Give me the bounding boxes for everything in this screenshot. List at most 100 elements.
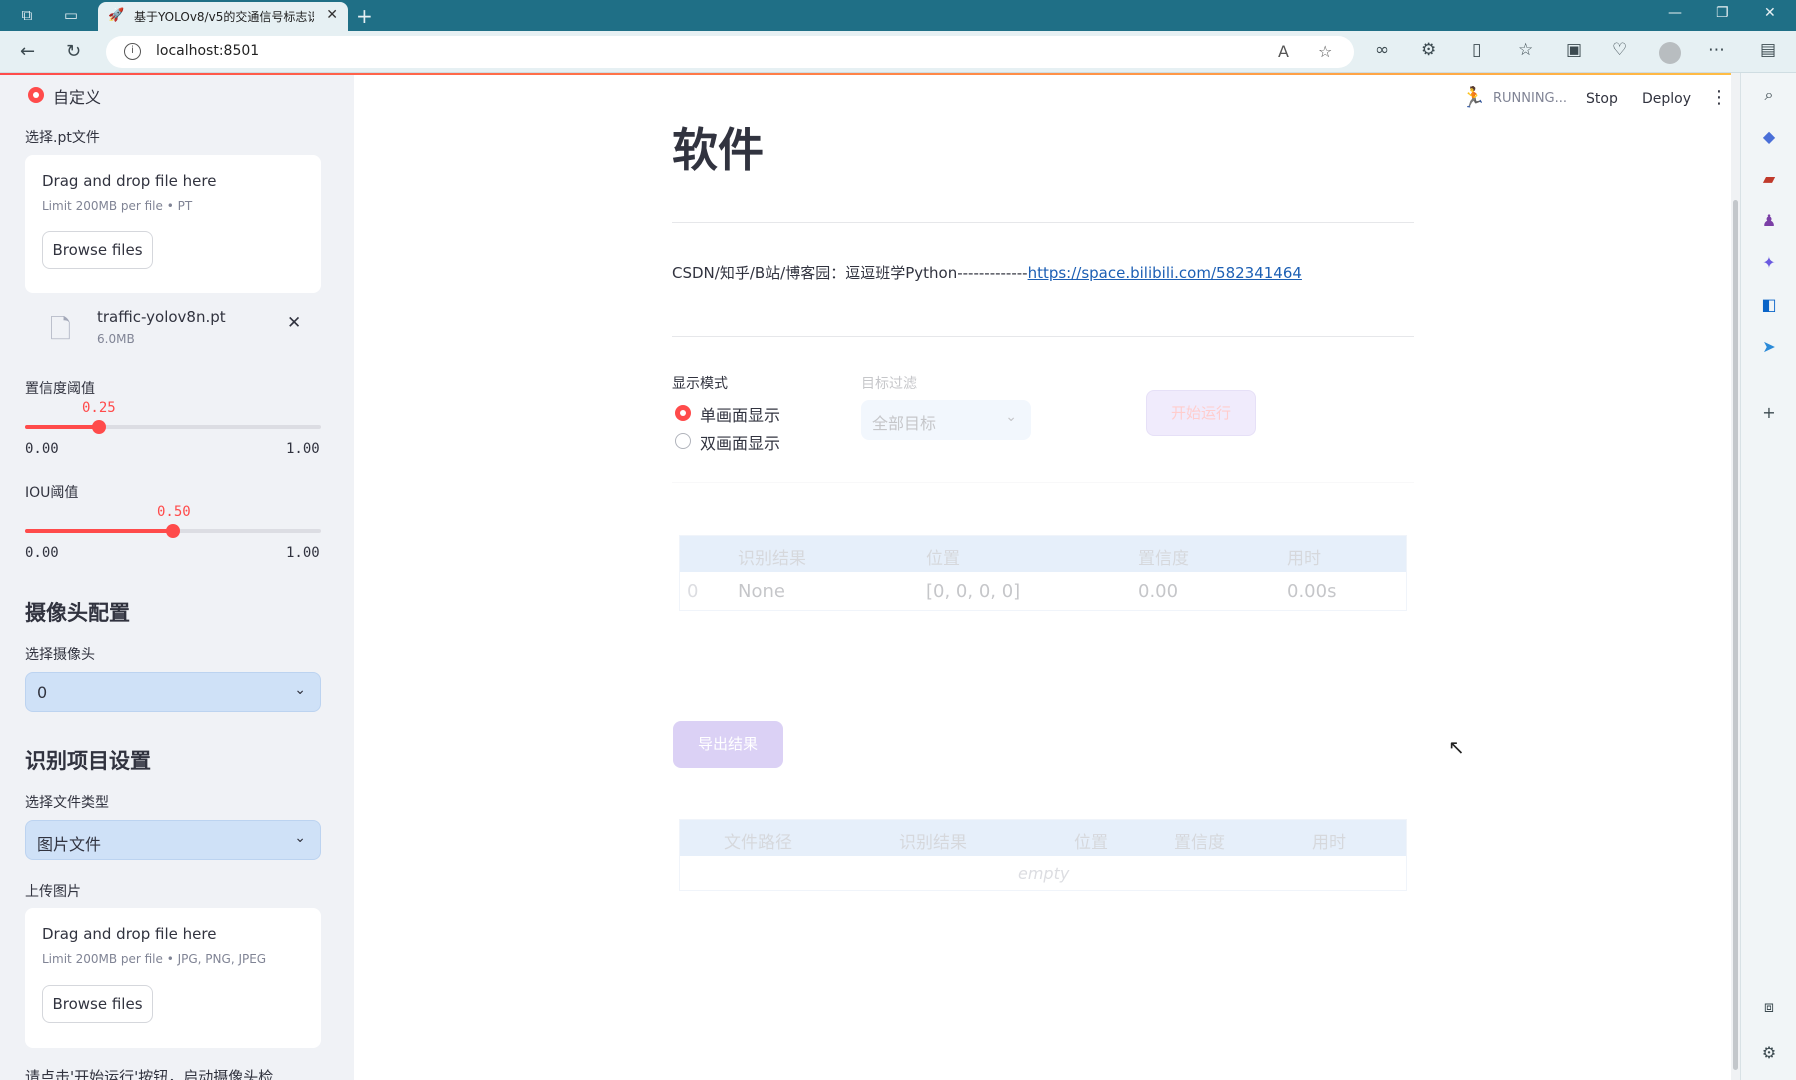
uploaded-file-size: 6.0MB <box>97 332 135 346</box>
result-col-confidence: 置信度 <box>1138 549 1189 569</box>
games-icon[interactable]: ♟ <box>1759 211 1779 231</box>
close-window-icon[interactable]: ✕ <box>1764 5 1776 21</box>
browser-tab[interactable]: 🚀 基于YOLOv8/v5的交通信号标志识 ✕ <box>98 2 348 31</box>
conf-slider-max: 1.00 <box>286 441 320 457</box>
settings-gear-icon[interactable]: ⚙ <box>1759 1043 1779 1063</box>
screenshot-icon[interactable]: ⧈ <box>1759 997 1779 1017</box>
add-icon[interactable]: + <box>1759 403 1779 423</box>
row-position: [0, 0, 0, 0] <box>926 581 1021 602</box>
workspaces-icon[interactable]: ⧉ <box>18 6 36 24</box>
browser-titlebar: ⧉ ▭ 🚀 基于YOLOv8/v5的交通信号标志识 ✕ + — ❐ ✕ <box>0 0 1796 31</box>
running-status: RUNNING... <box>1493 91 1568 106</box>
iou-slider-thumb[interactable] <box>166 524 180 538</box>
log-col-confidence: 置信度 <box>1174 833 1225 853</box>
outlook-icon[interactable]: ◧ <box>1759 295 1779 315</box>
browse-files-button[interactable]: Browse files <box>42 985 153 1023</box>
row-confidence: 0.00 <box>1138 581 1179 602</box>
row-index: 0 <box>687 581 699 602</box>
bilibili-link[interactable]: https://space.bilibili.com/582341464 <box>1028 264 1302 282</box>
display-mode-single-label: 单画面显示 <box>700 406 781 425</box>
camera-select[interactable]: 0 ⌄ <box>25 672 321 712</box>
copilot-icon[interactable]: ✦ <box>1759 253 1779 273</box>
page-title: 软件 <box>672 123 764 177</box>
divider <box>672 482 1414 483</box>
conf-slider-thumb[interactable] <box>92 420 106 434</box>
run-button[interactable]: 开始运行 <box>1146 390 1256 436</box>
restore-icon[interactable]: ❐ <box>1716 5 1729 21</box>
iou-slider-label: IOU阈值 <box>25 485 79 501</box>
dropzone-title: Drag and drop file here <box>42 925 217 943</box>
read-aloud-icon[interactable]: A <box>1278 42 1289 61</box>
model-radio-custom[interactable] <box>28 87 44 103</box>
iou-slider-min: 0.00 <box>25 545 59 561</box>
chevron-down-icon: ⌄ <box>1005 409 1017 425</box>
stop-button[interactable]: Stop <box>1586 91 1618 107</box>
back-icon[interactable]: ← <box>20 41 35 62</box>
chevron-down-icon: ⌄ <box>294 830 306 846</box>
profile-avatar[interactable] <box>1659 42 1681 64</box>
new-tab-icon[interactable]: + <box>356 4 373 28</box>
favorites-icon[interactable]: ☆ <box>1518 40 1533 60</box>
chevron-down-icon: ⌄ <box>294 682 306 698</box>
display-mode-dual-label: 双画面显示 <box>700 434 781 453</box>
favorite-star-icon[interactable]: ☆ <box>1318 42 1332 61</box>
divider <box>672 222 1414 223</box>
browser-navbar: ← ↻ i localhost:8501 A ☆ ∞ ⚙ ▯ ☆ ▣ ♡ ⋯ ▤ <box>0 31 1796 73</box>
camera-select-label: 选择摄像头 <box>25 647 95 663</box>
divider <box>672 336 1414 337</box>
conf-slider-label: 置信度阈值 <box>25 381 95 397</box>
refresh-icon[interactable]: ↻ <box>66 41 81 62</box>
file-icon: 🗋 <box>50 315 71 345</box>
edge-sidebar: ⌕ ◆ ▰ ♟ ✦ ◧ ➤ + ⧈ ⚙ <box>1740 73 1796 1080</box>
shopping-icon[interactable]: ◆ <box>1759 127 1779 147</box>
dropzone-limit: Limit 200MB per file • JPG, PNG, JPEG <box>42 952 267 966</box>
more-menu-icon[interactable]: ⋯ <box>1708 40 1725 60</box>
conf-slider-value: 0.25 <box>82 400 116 416</box>
model-option-label: 自定义 <box>53 88 102 107</box>
result-col-label: 识别结果 <box>738 549 806 569</box>
log-col-position: 位置 <box>1074 833 1108 853</box>
export-button[interactable]: 导出结果 <box>673 721 783 768</box>
row-label: None <box>738 581 785 602</box>
filter-label: 目标过滤 <box>861 376 917 392</box>
page-scrollbar-thumb[interactable] <box>1733 200 1738 1070</box>
tab-title: 基于YOLOv8/v5的交通信号标志识 <box>134 10 314 24</box>
split-screen-icon[interactable]: ▯ <box>1472 40 1481 60</box>
conf-slider-fill <box>25 425 99 429</box>
filetype-select-label: 选择文件类型 <box>25 795 109 811</box>
main-menu-icon[interactable]: ⋮ <box>1710 87 1728 108</box>
upload-image-label: 上传图片 <box>25 884 81 900</box>
app-sidebar: 自定义 选择.pt文件 Drag and drop file here Limi… <box>0 75 354 1080</box>
conf-slider-min: 0.00 <box>25 441 59 457</box>
browse-files-button[interactable]: Browse files <box>42 231 153 269</box>
browser-essentials-icon[interactable]: ♡ <box>1612 40 1627 60</box>
tools-icon[interactable]: ▰ <box>1759 169 1779 189</box>
conf-slider[interactable] <box>25 420 321 434</box>
address-bar[interactable]: i localhost:8501 A ☆ <box>106 36 1354 68</box>
image-dropzone[interactable]: Drag and drop file here Limit 200MB per … <box>25 908 321 1048</box>
remove-file-icon[interactable]: ✕ <box>287 313 301 333</box>
filter-select[interactable]: 全部目标 ⌄ <box>861 400 1031 440</box>
minimize-icon[interactable]: — <box>1668 5 1682 21</box>
filetype-select[interactable]: 图片文件 ⌄ <box>25 820 321 860</box>
search-icon[interactable]: ⌕ <box>1759 85 1779 105</box>
iou-slider-fill <box>25 529 173 533</box>
streamlit-favicon-icon: 🚀 <box>108 8 125 23</box>
display-mode-single-radio[interactable] <box>675 405 691 421</box>
extension-infinity-icon[interactable]: ∞ <box>1375 40 1389 60</box>
display-mode-dual-radio[interactable] <box>675 433 691 449</box>
iou-slider[interactable] <box>25 524 321 538</box>
pt-file-dropzone[interactable]: Drag and drop file here Limit 200MB per … <box>25 155 321 293</box>
dropzone-title: Drag and drop file here <box>42 172 217 190</box>
extensions-icon[interactable]: ⚙ <box>1421 40 1436 60</box>
sidebar-toggle-icon[interactable]: ▤ <box>1760 40 1776 60</box>
tab-actions-icon[interactable]: ▭ <box>62 6 80 24</box>
row-time: 0.00s <box>1287 581 1337 602</box>
collections-icon[interactable]: ▣ <box>1566 40 1582 60</box>
close-tab-icon[interactable]: ✕ <box>326 7 338 23</box>
iou-slider-value: 0.50 <box>157 504 191 520</box>
site-info-icon[interactable]: i <box>124 43 141 60</box>
send-icon[interactable]: ➤ <box>1759 337 1779 357</box>
deploy-button[interactable]: Deploy <box>1642 91 1691 107</box>
log-col-path: 文件路径 <box>724 833 792 853</box>
